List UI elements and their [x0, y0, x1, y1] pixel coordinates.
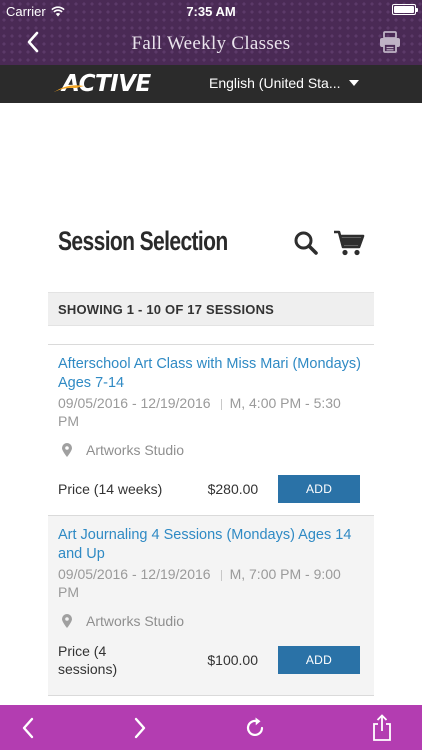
divider	[220, 398, 222, 410]
search-icon	[294, 231, 318, 255]
language-select[interactable]: English (United Sta...	[209, 75, 359, 91]
toolbar-forward-button[interactable]	[118, 705, 162, 750]
results-count-header: SHOWING 1 - 10 OF 17 SESSIONS	[48, 292, 374, 326]
status-right	[392, 4, 418, 15]
session-dates: 09/05/2016 - 12/19/2016 M, 4:00 PM - 5:30…	[58, 394, 364, 430]
session-price-row: Price (14 weeks) $280.00 ADD	[58, 475, 360, 503]
session-dates: 09/05/2016 - 12/19/2016 M, 7:00 PM - 9:00…	[58, 565, 364, 601]
arrow-right-icon	[134, 717, 146, 738]
price-value: $280.00	[207, 481, 259, 497]
divider	[220, 569, 222, 581]
printer-icon	[380, 31, 400, 53]
active-logo: ACTIVE	[54, 71, 151, 97]
arrow-left-icon	[22, 717, 34, 738]
price-value: $100.00	[207, 652, 258, 668]
cart-button[interactable]	[333, 229, 365, 257]
share-icon	[373, 713, 391, 741]
map-pin-icon	[62, 443, 72, 457]
bottom-toolbar	[0, 705, 422, 750]
caret-down-icon	[348, 80, 359, 86]
price-label: Price (4 sessions)	[58, 643, 118, 677]
session-card: Art Journaling 4 Sessions (Mondays) Ages…	[48, 516, 374, 696]
session-date-range: 09/05/2016 - 12/19/2016	[58, 566, 211, 582]
add-button[interactable]: ADD	[278, 475, 360, 503]
add-button[interactable]: ADD	[278, 646, 360, 674]
session-location: Artworks Studio	[58, 442, 364, 458]
status-time: 7:35 AM	[186, 4, 236, 19]
session-location-name: Artworks Studio	[86, 613, 185, 629]
print-button[interactable]	[378, 30, 402, 54]
toolbar-back-button[interactable]	[6, 705, 50, 750]
page-title: Session Selection	[58, 226, 228, 256]
session-location-name: Artworks Studio	[86, 442, 185, 458]
session-card: Afterschool Art Class with Miss Mari (Mo…	[48, 344, 374, 516]
language-value: English (United Sta...	[209, 75, 341, 91]
logo-swoosh-icon	[54, 85, 84, 92]
session-title-link[interactable]: Afterschool Art Class with Miss Mari (Mo…	[58, 355, 364, 393]
map-pin-icon	[62, 614, 72, 628]
toolbar-share-button[interactable]	[360, 705, 404, 750]
session-title-link[interactable]: Art Journaling 4 Sessions (Mondays) Ages…	[58, 526, 364, 564]
price-label: Price (14 weeks)	[58, 481, 163, 497]
nav-title: Fall Weekly Classes	[131, 33, 291, 54]
session-location: Artworks Studio	[58, 613, 364, 629]
toolbar-reload-button[interactable]	[233, 705, 277, 750]
search-button[interactable]	[292, 229, 320, 257]
status-bar: Carrier 7:35 AM	[0, 0, 422, 22]
cart-icon	[334, 230, 365, 256]
battery-icon	[392, 4, 418, 15]
brand-bar: ACTIVE English (United Sta...	[0, 65, 422, 103]
session-price-row: Price (4 sessions) $100.00 ADD	[58, 642, 360, 678]
reload-icon	[246, 717, 264, 736]
top-header: Carrier 7:35 AM Fall Weekly Classes	[0, 0, 422, 65]
session-date-range: 09/05/2016 - 12/19/2016	[58, 395, 211, 411]
